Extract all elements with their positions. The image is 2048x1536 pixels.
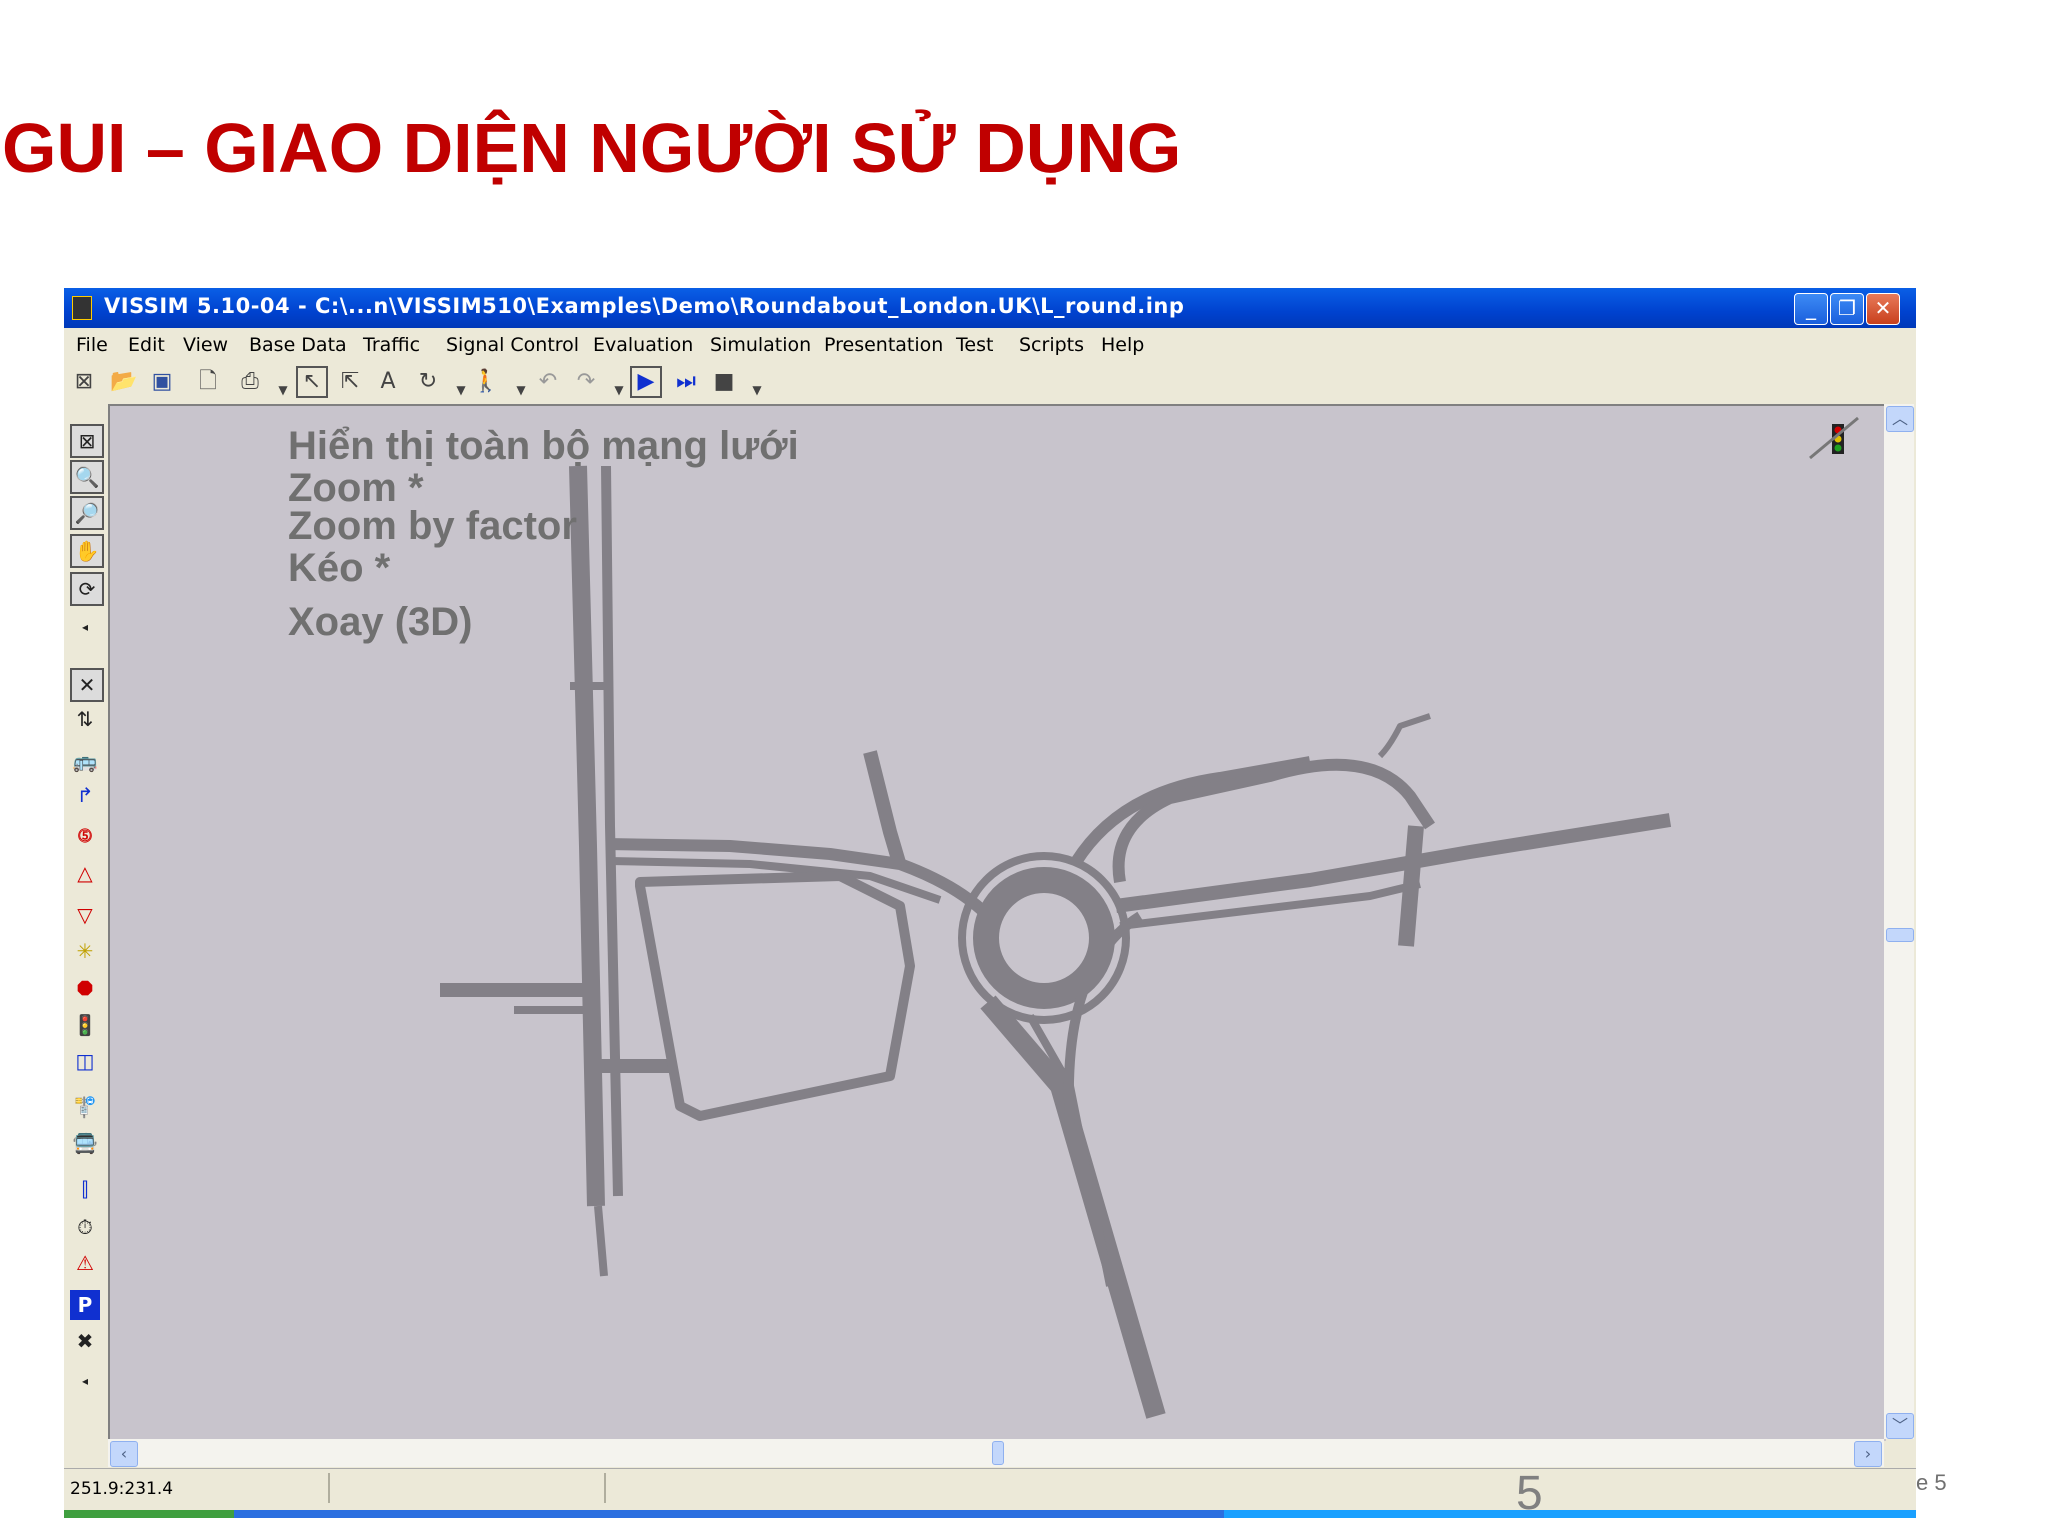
page-footer: e 5 xyxy=(1916,1470,1947,1495)
priority-rules-icon[interactable]: △ xyxy=(70,858,100,888)
detectors-icon[interactable]: ◫ xyxy=(70,1046,100,1076)
play-continuous-icon[interactable]: ▶ xyxy=(630,366,662,398)
open-folder-icon[interactable]: 📂 xyxy=(110,368,138,396)
slide-number: 5 xyxy=(1516,1467,1543,1520)
annotation-zoom-by-factor: Zoom by factor xyxy=(288,504,577,548)
network-closed-icon[interactable]: ✖ xyxy=(70,1326,100,1356)
travel-time-icon[interactable]: ⏱ xyxy=(70,1212,100,1242)
reduced-speed-icon[interactable]: ↱ xyxy=(70,780,100,810)
parking-icon[interactable]: P xyxy=(70,1290,100,1320)
road-link xyxy=(635,871,915,1121)
menu-help[interactable]: Help xyxy=(1101,334,1144,356)
routing-icon[interactable]: 🚌 xyxy=(70,746,100,776)
road-link xyxy=(1063,911,1143,1198)
pedestrian-icon[interactable]: 🚶 xyxy=(472,368,500,396)
scroll-down-button[interactable]: ﹀ xyxy=(1886,1413,1914,1439)
slide-title: GUI – GIAO DIỆN NGƯỜI SỬ DỤNG xyxy=(2,109,1182,187)
annotation-rotate: Xoay (3D) xyxy=(288,600,473,644)
left-toolbar: ⊠ 🔍 🔎 ✋ ⟳ ◂ ✕ ⇅ 🚌 ↱ ⓹ △ ▽ ✳ ⯃ 🚦 ◫ 🚏 🚍 ⫿ … xyxy=(64,404,108,1439)
zoom-by-factor-icon[interactable]: 🔎 xyxy=(70,496,104,530)
status-divider xyxy=(328,1473,330,1503)
print-preview-icon[interactable]: 🗋 xyxy=(194,368,222,396)
close-button[interactable]: ✕ xyxy=(1866,293,1900,325)
single-step-icon[interactable]: ⏭ xyxy=(672,368,700,396)
speed-limit-icon[interactable]: ⓹ xyxy=(70,822,100,852)
stop-icon[interactable]: ■ xyxy=(710,368,738,396)
menu-view[interactable]: View xyxy=(183,334,228,356)
select-pointer-icon[interactable]: ↖ xyxy=(296,366,328,398)
pan-hand-icon[interactable]: ✋ xyxy=(70,534,104,568)
scroll-right-button[interactable]: › xyxy=(1854,1441,1882,1467)
vertical-scroll-thumb[interactable] xyxy=(1886,928,1914,942)
scroll-down-left-icon[interactable]: ◂ xyxy=(70,1366,100,1396)
menu-simulation[interactable]: Simulation xyxy=(710,334,811,356)
status-coordinates: 251.9:231.4 xyxy=(70,1479,174,1499)
stop-sign-icon[interactable]: ⯃ xyxy=(70,974,100,1004)
road-link xyxy=(863,750,907,868)
horizontal-scroll-thumb[interactable] xyxy=(992,1441,1004,1465)
window-title: VISSIM 5.10-04 - C:\...n\VISSIM510\Examp… xyxy=(104,294,1185,318)
menu-presentation[interactable]: Presentation xyxy=(824,334,943,356)
stop-dropdown-icon[interactable]: ▼ xyxy=(752,376,762,404)
restore-button[interactable]: ❐ xyxy=(1830,293,1864,325)
show-entire-network-icon[interactable]: ⊠ xyxy=(70,424,104,458)
rotate-icon[interactable]: ↻ xyxy=(414,368,442,396)
redo-dropdown-icon[interactable]: ▼ xyxy=(614,376,624,404)
window-titlebar[interactable]: VISSIM 5.10-04 - C:\...n\VISSIM510\Examp… xyxy=(64,288,1916,328)
status-bar: 251.9:231.4 xyxy=(64,1468,1916,1511)
pedestrian-dropdown-icon[interactable]: ▼ xyxy=(516,376,526,404)
road-link xyxy=(1377,713,1431,759)
menu-test[interactable]: Test xyxy=(956,334,993,356)
menu-edit[interactable]: Edit xyxy=(128,334,165,356)
transit-lines-icon[interactable]: 🚍 xyxy=(70,1128,100,1158)
horizontal-scrollbar[interactable]: ‹ › xyxy=(108,1439,1884,1467)
vissim-window: VISSIM 5.10-04 - C:\...n\VISSIM510\Examp… xyxy=(64,288,1916,1518)
scroll-up-button[interactable]: ︿ xyxy=(1886,406,1914,432)
menu-signal-control[interactable]: Signal Control xyxy=(446,334,579,356)
rotate-3d-icon[interactable]: ⟳ xyxy=(70,572,104,606)
merge-icon[interactable]: ✳ xyxy=(70,936,100,966)
links-icon[interactable]: ✕ xyxy=(70,668,104,702)
menu-evaluation[interactable]: Evaluation xyxy=(593,334,693,356)
nodes-icon[interactable]: ⫿ xyxy=(70,1174,100,1204)
main-toolbar: ⊠ 📂 ▣ 🗋 ⎙ ▼ ↖ ⇱ A ↻ ▼ 🚶 ▼ ↶ ↷ ▼ ▶ ⏭ ■ ▼ xyxy=(64,362,1916,402)
printer-icon[interactable]: ⎙ xyxy=(236,368,264,396)
scroll-left-button[interactable]: ‹ xyxy=(110,1441,138,1467)
annotation-pan: Kéo * xyxy=(288,546,391,590)
network-canvas[interactable]: Hiển thị toàn bộ mạng lưới Zoom * Zoom b… xyxy=(108,404,1886,1441)
menu-scripts[interactable]: Scripts xyxy=(1019,334,1084,356)
road-link xyxy=(569,465,605,1207)
transit-stops-icon[interactable]: 🚏 xyxy=(70,1092,100,1122)
redo-icon[interactable]: ↷ xyxy=(572,368,600,396)
undo-icon[interactable]: ↶ xyxy=(534,368,562,396)
text-label-icon[interactable]: A xyxy=(374,368,402,396)
conflict-areas-icon[interactable]: ▽ xyxy=(70,900,100,930)
queue-counter-icon[interactable]: ⚠ xyxy=(70,1248,100,1278)
taskbar-strip xyxy=(64,1510,1916,1518)
road-link xyxy=(1398,825,1424,947)
save-disk-icon[interactable]: ▣ xyxy=(148,368,176,396)
new-network-icon[interactable]: ⊠ xyxy=(70,368,98,396)
status-divider xyxy=(604,1473,606,1503)
zoom-icon[interactable]: 🔍 xyxy=(70,460,104,494)
menu-traffic[interactable]: Traffic xyxy=(363,334,420,356)
app-icon xyxy=(72,296,92,320)
minimize-button[interactable]: _ xyxy=(1794,293,1828,325)
menu-base-data[interactable]: Base Data xyxy=(249,334,347,356)
menu-file[interactable]: File xyxy=(76,334,108,356)
menu-bar: File Edit View Base Data Traffic Signal … xyxy=(64,328,1916,362)
vehicle-inputs-icon[interactable]: ⇅ xyxy=(70,704,100,734)
multi-select-icon[interactable]: ⇱ xyxy=(336,368,364,396)
signal-head-icon[interactable]: 🚦 xyxy=(70,1010,100,1040)
road-link xyxy=(601,465,623,1197)
print-dropdown-icon[interactable]: ▼ xyxy=(278,376,288,404)
vertical-scrollbar[interactable]: ︿ ﹀ xyxy=(1884,404,1914,1439)
rotate-dropdown-icon[interactable]: ▼ xyxy=(456,376,466,404)
signal-head-icon xyxy=(1809,416,1859,460)
road-link xyxy=(594,1205,608,1277)
annotation-show-network: Hiển thị toàn bộ mạng lưới xyxy=(288,424,799,468)
scroll-left-icon[interactable]: ◂ xyxy=(70,612,100,642)
